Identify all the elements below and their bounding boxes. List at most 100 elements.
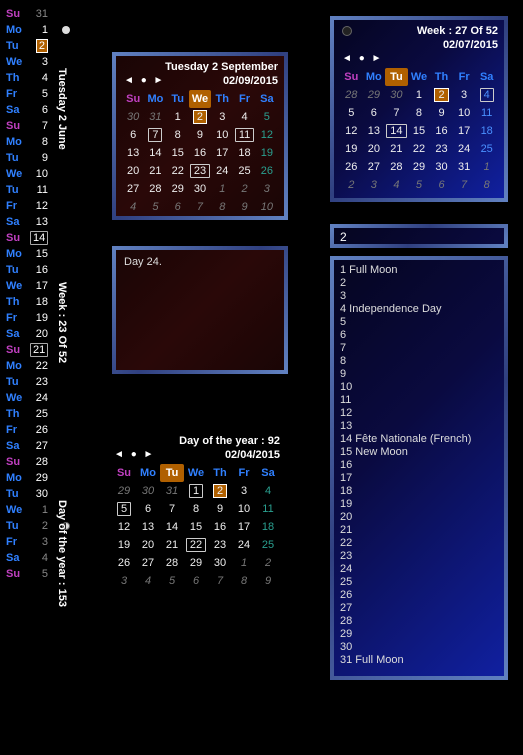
calendar-day[interactable]: 27 [363,158,386,176]
calendar-day[interactable]: 5 [408,176,431,194]
calendar-day[interactable]: 20 [363,140,386,158]
event-row[interactable]: 9 [340,368,498,381]
day-row[interactable]: Sa4 [6,550,52,566]
event-row[interactable]: 5 [340,316,498,329]
calendar-day[interactable]: 25 [256,536,280,554]
event-row[interactable]: 11 [340,394,498,407]
day-row[interactable]: Fr26 [6,422,52,438]
calendar-day[interactable]: 20 [136,536,160,554]
calendar-day[interactable]: 21 [385,140,408,158]
day-row[interactable]: Su31 [6,6,52,22]
calendar-day[interactable]: 11 [233,126,255,144]
day-row[interactable]: Tu23 [6,374,52,390]
calendar-day[interactable]: 31 [160,482,184,500]
calendar-day[interactable]: 28 [144,180,166,198]
calendar-day[interactable]: 4 [136,572,160,590]
day-row[interactable]: Mo8 [6,134,52,150]
day-row[interactable]: We24 [6,390,52,406]
day-row[interactable]: Tu9 [6,150,52,166]
calendar-day[interactable]: 8 [232,572,256,590]
calendar-day[interactable]: 13 [136,518,160,536]
prev-icon[interactable]: ◄ [342,53,352,64]
calendar-day[interactable]: 25 [475,140,498,158]
calendar-day[interactable]: 5 [256,108,278,126]
calendar-day[interactable]: 18 [233,144,255,162]
event-row[interactable]: 18 [340,485,498,498]
calendar-day[interactable]: 10 [453,104,476,122]
event-row[interactable]: 7 [340,342,498,355]
calendar-day[interactable]: 3 [453,86,476,104]
prev-icon[interactable]: ◄ [124,75,134,86]
event-row[interactable]: 15 New Moon [340,446,498,459]
event-row[interactable]: 31 Full Moon [340,654,498,667]
calendar-day[interactable]: 8 [211,198,233,216]
calendar-day[interactable]: 13 [363,122,386,140]
calendar-day[interactable]: 4 [233,108,255,126]
calendar-day[interactable]: 4 [122,198,144,216]
calendar-day[interactable]: 8 [184,500,208,518]
calendar-day[interactable]: 2 [430,86,453,104]
calendar-day[interactable]: 7 [385,104,408,122]
calendar-day[interactable]: 14 [160,518,184,536]
day-row[interactable]: Fr3 [6,534,52,550]
calendar-nav[interactable]: ◄ ● ► [124,74,167,88]
day-row[interactable]: Fr12 [6,198,52,214]
day-row[interactable]: Tu16 [6,262,52,278]
calendar-day[interactable]: 12 [112,518,136,536]
calendar-day[interactable]: 27 [136,554,160,572]
event-row[interactable]: 17 [340,472,498,485]
calendar-day[interactable]: 14 [385,122,408,140]
day-row[interactable]: Sa13 [6,214,52,230]
calendar-day[interactable]: 4 [385,176,408,194]
calendar-day[interactable]: 24 [232,536,256,554]
day-row[interactable]: Tu2 [6,518,52,534]
calendar-day[interactable]: 7 [144,126,166,144]
event-row[interactable]: 25 [340,576,498,589]
calendar-day[interactable]: 1 [475,158,498,176]
calendar-day[interactable]: 17 [232,518,256,536]
event-row[interactable]: 20 [340,511,498,524]
calendar-day[interactable]: 6 [136,500,160,518]
calendar-day[interactable]: 5 [340,104,363,122]
calendar-day[interactable]: 20 [122,162,144,180]
day-row[interactable]: Th25 [6,406,52,422]
event-row[interactable]: 6 [340,329,498,342]
next-icon[interactable]: ► [154,75,164,86]
calendar-day[interactable]: 18 [256,518,280,536]
calendar-day[interactable]: 31 [453,158,476,176]
event-row[interactable]: 19 [340,498,498,511]
calendar-day[interactable]: 25 [233,162,255,180]
dot-icon[interactable]: ● [359,53,365,64]
event-row[interactable]: 10 [340,381,498,394]
calendar-day[interactable]: 6 [167,198,189,216]
calendar-day[interactable]: 26 [256,162,278,180]
calendar-day[interactable]: 23 [208,536,232,554]
event-row[interactable]: 16 [340,459,498,472]
calendar-day[interactable]: 3 [256,180,278,198]
calendar-day[interactable]: 2 [256,554,280,572]
calendar-day[interactable]: 15 [408,122,431,140]
day-row[interactable]: We3 [6,54,52,70]
calendar-day[interactable]: 2 [233,180,255,198]
day-row[interactable]: Su7 [6,118,52,134]
day-row[interactable]: Tu2 [6,38,52,54]
calendar-day[interactable]: 28 [340,86,363,104]
calendar-day[interactable]: 26 [340,158,363,176]
calendar-day[interactable]: 23 [430,140,453,158]
calendar-day[interactable]: 28 [160,554,184,572]
calendar-day[interactable]: 1 [167,108,189,126]
calendar-day[interactable]: 6 [430,176,453,194]
day-row[interactable]: Su14 [6,230,52,246]
calendar-nav[interactable]: ◄ ● ► [342,52,385,66]
day-row[interactable]: Tu11 [6,182,52,198]
calendar-day[interactable]: 30 [122,108,144,126]
calendar-day[interactable]: 8 [408,104,431,122]
event-row[interactable]: 3 [340,290,498,303]
event-row[interactable]: 14 Fête Nationale (French) [340,433,498,446]
calendar-day[interactable]: 1 [408,86,431,104]
event-row[interactable]: 27 [340,602,498,615]
calendar-day[interactable]: 24 [211,162,233,180]
calendar-day[interactable]: 15 [184,518,208,536]
day-row[interactable]: Fr5 [6,86,52,102]
calendar-day[interactable]: 9 [189,126,211,144]
